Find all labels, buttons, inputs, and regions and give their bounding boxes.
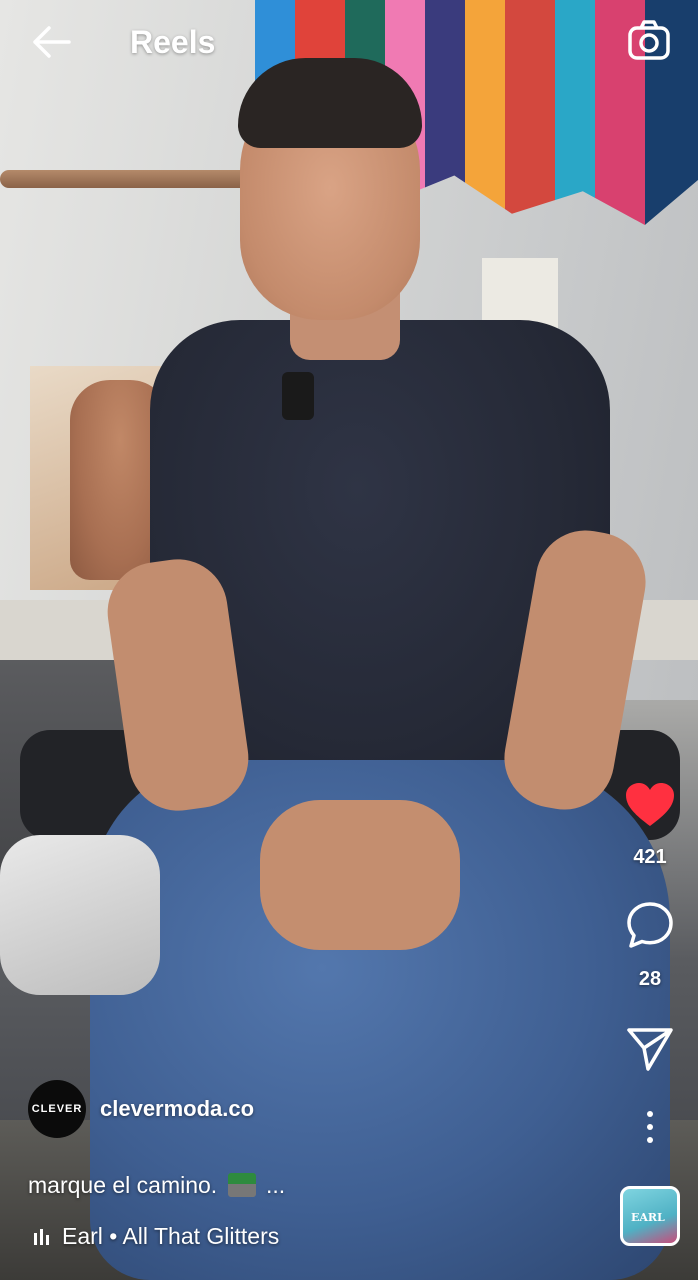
reel-screen[interactable]: Reels 421 28 CLEVER clevermoda.co marque…: [0, 0, 698, 1280]
avatar[interactable]: CLEVER: [28, 1080, 86, 1138]
video-lapel-mic: [282, 372, 314, 420]
audio-bars-icon: [34, 1224, 52, 1245]
camera-button[interactable]: [624, 16, 674, 66]
caption[interactable]: marque el camino. ...: [28, 1172, 285, 1199]
page-title: Reels: [130, 24, 216, 60]
music-row[interactable]: Earl • All That Glitters: [34, 1223, 279, 1250]
share-button[interactable]: [610, 1026, 690, 1077]
video-shoe: [0, 835, 160, 995]
more-options-button[interactable]: [610, 1110, 690, 1149]
like-button[interactable]: [610, 782, 690, 833]
heart-filled-icon: [626, 783, 674, 826]
video-rail: [0, 170, 250, 188]
audio-thumbnail-label: EARL: [631, 1211, 665, 1224]
like-count: 421: [633, 846, 667, 868]
comment-button[interactable]: [610, 900, 690, 955]
top-bar: Reels: [0, 0, 698, 90]
reel-video[interactable]: [0, 0, 698, 1280]
caption-text: marque el camino.: [28, 1172, 218, 1198]
more-vertical-icon: [647, 1111, 653, 1143]
back-button[interactable]: [26, 20, 76, 66]
author-username[interactable]: clevermoda.co: [100, 1096, 254, 1122]
paper-plane-icon: [627, 1028, 673, 1071]
audio-thumbnail[interactable]: EARL: [620, 1186, 680, 1246]
arrow-left-icon: [33, 26, 71, 58]
caption-more[interactable]: ...: [266, 1172, 285, 1198]
music-label: Earl • All That Glitters: [62, 1223, 280, 1249]
video-person-hands: [260, 800, 460, 950]
camera-icon: [628, 20, 670, 60]
comment-count: 28: [638, 968, 662, 990]
road-emoji-icon: [227, 1173, 256, 1197]
comment-bubble-icon: [627, 902, 673, 948]
